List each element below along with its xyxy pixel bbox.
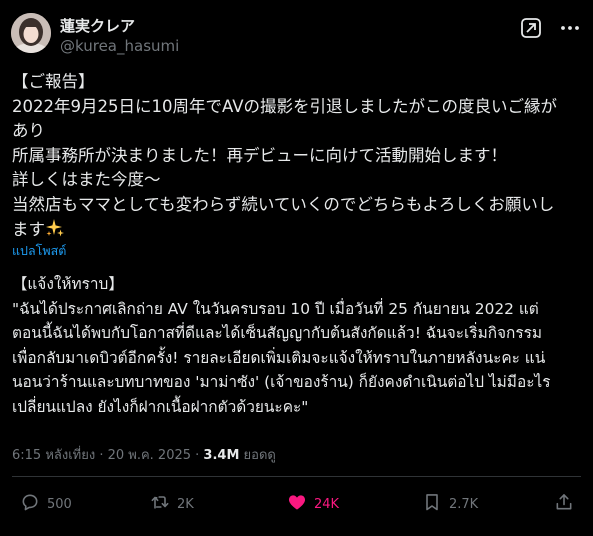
tweet-body: 【ご報告】 2022年9月25日に10周年でAVの撮影を引退しましたがこの度良い… <box>12 70 584 242</box>
translate-post-link[interactable]: แปลโพสต์ <box>12 241 66 261</box>
tweet-line: 【ご報告】 <box>12 72 95 91</box>
bookmark-icon <box>422 492 442 516</box>
translation-line: นอนว่าร้านและบทบาทของ 'มาม่าซัง' (เจ้าขอ… <box>12 373 551 392</box>
tweet-last-line: ます <box>12 218 584 243</box>
like-count: 24K <box>314 496 340 512</box>
reply-icon <box>20 492 40 516</box>
translation-line: ตอนนี้ฉันได้พบกับโอกาสที่ดีและได้เซ็นสัญ… <box>12 324 543 343</box>
translation-line: 【แจ้งให้ทราบ】 <box>12 275 124 293</box>
tweet-detail: 蓮実クレア @kurea_hasumi 【ご報告】 2022年9月25日に10周… <box>0 0 593 536</box>
bookmark-button[interactable]: 2.7K <box>422 492 478 516</box>
repost-icon <box>150 492 170 516</box>
author-display-name[interactable]: 蓮実クレア <box>60 15 135 36</box>
meta-separator: · <box>95 448 108 463</box>
translated-text: 【แจ้งให้ทราบ】 "ฉันได้ประกาศเลิกถ่าย AV ใ… <box>12 272 587 420</box>
tweet-line: あり <box>12 121 45 141</box>
post-date[interactable]: 20 พ.ค. 2025 <box>108 448 191 463</box>
tweet-line: 2022年9月25日に10周年でAVの撮影を引退しましたがこの度良いご縁が <box>12 96 557 116</box>
heart-icon <box>287 492 307 516</box>
reply-button[interactable]: 500 <box>20 492 72 516</box>
author-handle[interactable]: @kurea_hasumi <box>60 37 179 55</box>
meta-separator: · <box>191 448 204 463</box>
divider <box>12 476 581 477</box>
view-count: 3.4M <box>203 448 240 463</box>
post-time[interactable]: 6:15 หลังเที่ยง <box>12 448 95 463</box>
tweet-line: ます <box>12 219 45 239</box>
avatar[interactable] <box>11 13 51 53</box>
post-meta: 6:15 หลังเที่ยง · 20 พ.ค. 2025 · 3.4M ยอ… <box>12 444 276 465</box>
sparkles-emoji <box>45 218 65 238</box>
like-button[interactable]: 24K <box>287 492 339 516</box>
view-label: ยอดดู <box>243 448 276 463</box>
repost-count: 2K <box>177 496 194 512</box>
translation-line: "ฉันได้ประกาศเลิกถ่าย AV ในวันครบรอบ 10 … <box>12 299 539 318</box>
share-button[interactable] <box>554 492 574 516</box>
grok-icon[interactable] <box>519 16 543 40</box>
bookmark-count: 2.7K <box>449 496 479 512</box>
repost-button[interactable]: 2K <box>150 492 194 516</box>
tweet-line: 詳しくはまた今度〜 <box>12 170 161 190</box>
translation-line: เพื่อกลับมาเดบิวต์อีกครั้ง! รายละเอียดเพ… <box>12 348 546 367</box>
share-icon <box>554 492 574 516</box>
tweet-line: 所属事務所が決まりました！再デビューに向けて活動開始します！ <box>12 145 507 165</box>
reply-count: 500 <box>47 496 72 512</box>
more-icon[interactable] <box>558 16 582 40</box>
translation-line: เปลี่ยนแปลง ยังไงก็ฝากเนื้อฝากตัวด้วยนะค… <box>12 397 309 416</box>
tweet-line: 当然店もママとしても変わらず続いていくのでどちらもよろしくお願いし <box>12 194 555 214</box>
